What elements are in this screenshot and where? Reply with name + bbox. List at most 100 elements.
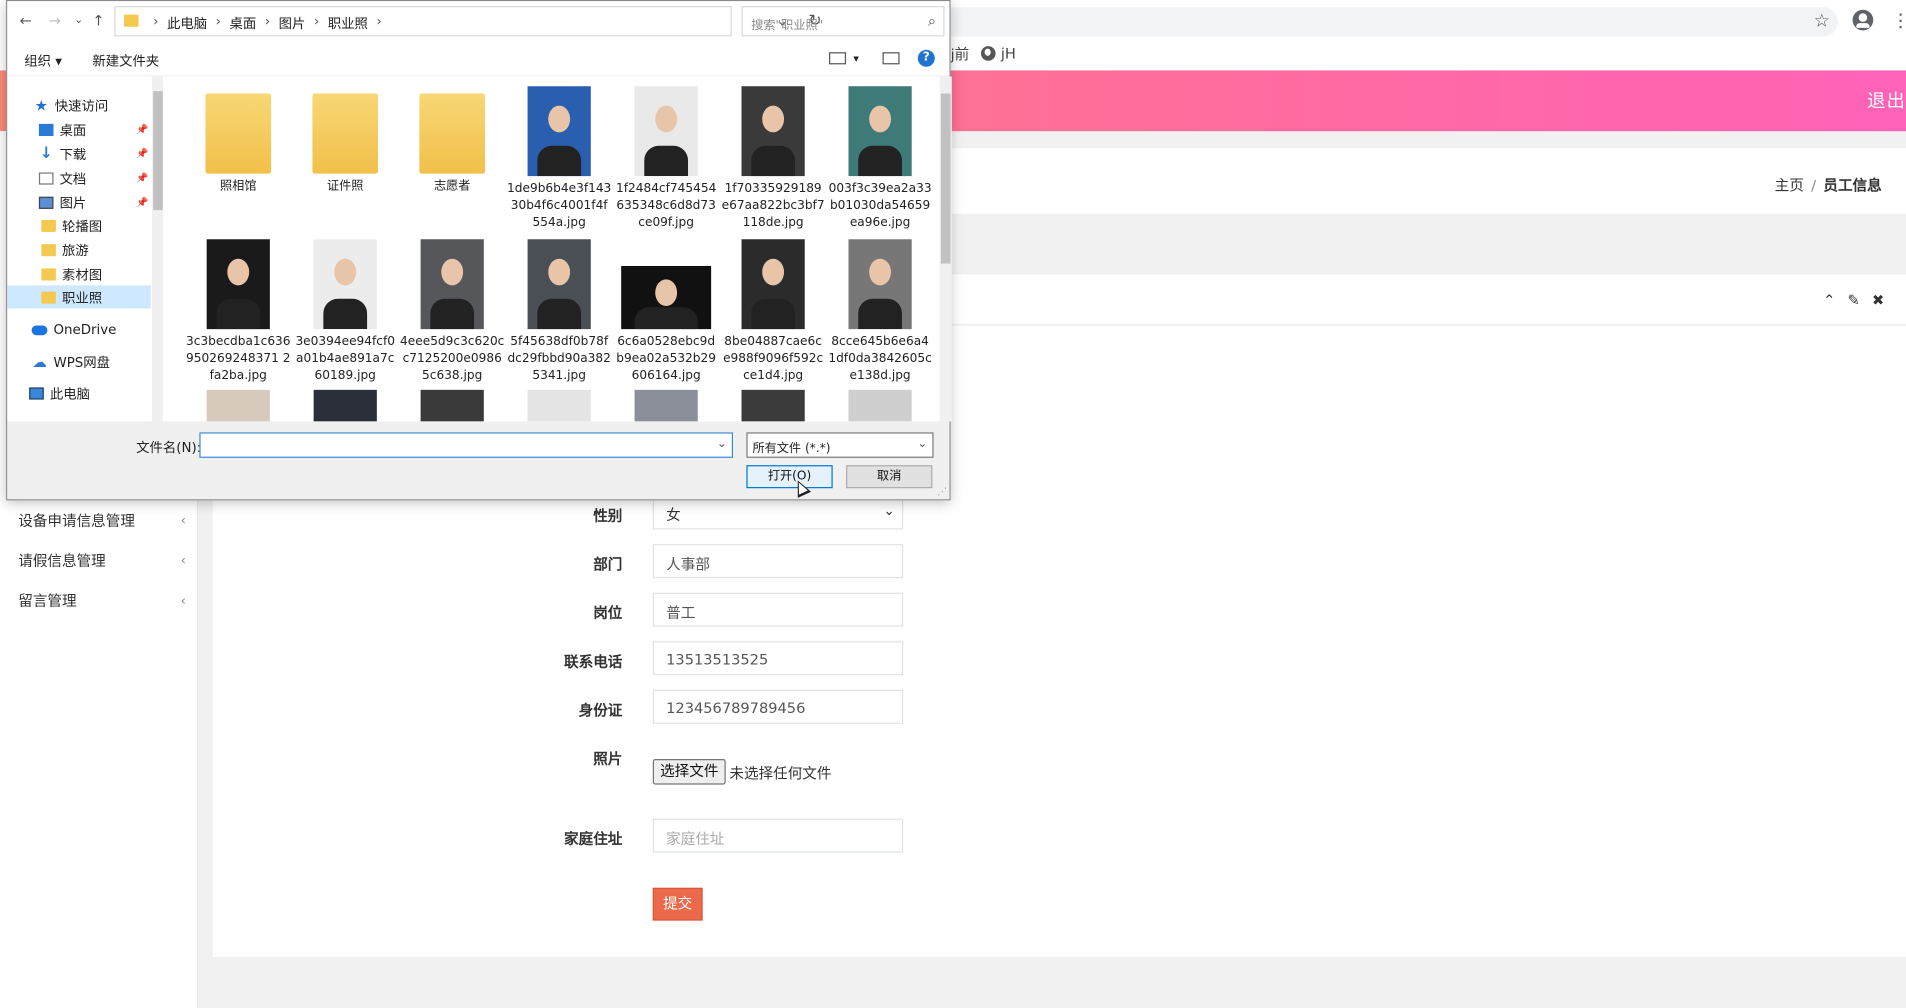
address-input[interactable]: 家庭住址 — [652, 818, 904, 853]
path-segment[interactable]: 职业照 — [328, 13, 368, 32]
person-body — [750, 298, 796, 330]
file-item[interactable]: 5f45638df0b78fdc29fbbd90a3825341.jpg — [507, 237, 612, 388]
tree-item-label: 旅游 — [61, 242, 89, 259]
close-icon[interactable]: ✖ — [1872, 291, 1884, 308]
chevron-down-icon[interactable]: ▾ — [853, 53, 859, 65]
search-placeholder: 搜索"职业照" — [751, 19, 824, 33]
chevron-down-icon[interactable]: ⌄ — [717, 437, 727, 450]
path-segment[interactable]: 桌面 — [230, 13, 257, 32]
file-name: 8cce645b6e6a41df0da3842605ce138d.jpg — [828, 335, 932, 383]
file-name: 3c3becdba1c636950269248371 2fa2ba.jpg — [185, 335, 291, 383]
person-face — [655, 279, 678, 307]
cancel-button[interactable]: 取消 — [846, 465, 933, 489]
open-button[interactable]: 打开(O) — [746, 465, 833, 489]
search-input[interactable]: 搜索"职业照" ⌕ — [741, 6, 945, 37]
photo-thumbnail[interactable] — [527, 389, 591, 422]
folder-item[interactable]: 照相馆 — [186, 84, 291, 235]
bookmark-star-icon[interactable]: ☆ — [1814, 10, 1830, 32]
tree-item[interactable]: ↓ 下载 📌 — [7, 142, 150, 165]
bookmark-item[interactable]: jH — [981, 45, 1016, 62]
file-item[interactable]: 4eee5d9c3c620cc7125200e09865c638.jpg — [400, 237, 505, 388]
file-item[interactable]: 8be04887cae6ce988f9096f592cce1d4.jpg — [721, 237, 826, 388]
file-item[interactable]: 003f3c39ea2a33b01030da54659ea96e.jpg — [828, 84, 933, 235]
gender-select[interactable]: 女 ⌄ — [652, 495, 904, 530]
photo-thumbnail[interactable] — [206, 389, 270, 422]
file-item[interactable]: 6c6a0528ebc9db9ea02a532b29606164.jpg — [614, 237, 719, 388]
preview-pane-icon[interactable] — [882, 52, 900, 65]
photo-thumbnail[interactable] — [313, 389, 377, 422]
tree-item[interactable]: 桌面 📌 — [7, 118, 150, 141]
photo-thumbnail[interactable] — [741, 389, 805, 422]
position-label: 岗位 — [593, 604, 623, 622]
file-type-select[interactable]: 所有文件 (*.*) ⌄ — [746, 432, 934, 458]
person-face — [762, 105, 785, 133]
file-item[interactable]: 3e0394ee94fcf0a01b4ae891a7c60189.jpg — [293, 237, 398, 388]
photo-thumbnail — [621, 265, 712, 330]
navigation-tree: 此电脑 ☁ WPS网盘 OneDrive 职业照 素材图 旅游 轮播图 图片 📌 文档 📌 ↓ 下载 📌 桌面… — [7, 76, 163, 422]
more-menu-icon[interactable]: ⋮ — [1891, 10, 1906, 32]
position-input[interactable]: 普工 — [652, 592, 904, 627]
file-item[interactable]: 1de9b6b4e3f14330b4f6c4001f4f554a.jpg — [507, 84, 612, 235]
choose-file-button[interactable]: 选择文件 — [652, 759, 726, 785]
file-item[interactable]: 3c3becdba1c636950269248371 2fa2ba.jpg — [186, 237, 291, 388]
tree-item[interactable]: ☁ WPS网盘 — [7, 350, 150, 373]
logout-link[interactable]: 退出 — [1867, 87, 1906, 113]
photo-thumbnail[interactable] — [420, 389, 484, 422]
folder-item[interactable]: 志愿者 — [400, 84, 505, 235]
help-icon[interactable]: ? — [917, 49, 935, 67]
file-item[interactable]: 8cce645b6e6a41df0da3842605ce138d.jpg — [828, 237, 933, 388]
tree-scrollbar[interactable] — [151, 76, 163, 422]
path-segment[interactable]: 图片 — [279, 13, 306, 32]
tree-item-label: 轮播图 — [61, 218, 103, 234]
tree-item[interactable]: 职业照 — [7, 285, 151, 309]
filename-input[interactable]: ⌄ — [199, 432, 734, 458]
new-folder-button[interactable]: 新建文件夹 — [92, 51, 159, 70]
resize-grip-icon[interactable]: ⋰ — [937, 486, 947, 497]
files-scrollbar[interactable] — [939, 76, 952, 422]
filename-label: 文件名(N): — [136, 439, 202, 456]
person-body — [537, 298, 582, 330]
photo-thumbnail — [527, 86, 591, 177]
recent-chevron-icon[interactable]: ⌄ — [74, 15, 83, 27]
file-item[interactable]: 1f2484cf745454635348c6d8d73ce09f.jpg — [614, 84, 719, 235]
back-arrow-icon[interactable]: ← — [19, 12, 31, 29]
tree-item[interactable]: OneDrive — [7, 318, 150, 341]
pin-icon: 📌 — [136, 196, 149, 208]
id-card-input[interactable]: 123456789789456 — [652, 689, 904, 724]
photo-thumbnail — [848, 86, 912, 177]
tree-item[interactable]: 此电脑 — [7, 381, 150, 404]
tree-item[interactable]: 素材图 — [7, 262, 150, 285]
tree-item[interactable]: ★ 快速访问 — [7, 94, 150, 117]
scroll-thumb[interactable] — [940, 93, 951, 264]
folder-item[interactable]: 证件照 — [293, 84, 398, 235]
tree-item[interactable]: 图片 📌 — [7, 191, 150, 214]
tree-item[interactable]: 轮播图 — [7, 214, 150, 237]
file-name: 1f2484cf745454635348c6d8d73ce09f.jpg — [615, 182, 717, 230]
collapse-icon[interactable]: ⌃ — [1823, 291, 1835, 308]
account-icon[interactable] — [1852, 9, 1874, 31]
address-bar[interactable] — [950, 7, 1838, 37]
file-item[interactable]: 1f70335929189e67aa822bc3bf7118de.jpg — [721, 84, 826, 235]
folder-icon — [41, 243, 56, 256]
dialog-nav-bar: ← → ⌄ ↑ › 此电脑 › 桌面 › 图片 › 职业照 › ⌄ ↻ 搜索"职业照" … — [7, 1, 950, 43]
path-bar[interactable]: › 此电脑 › 桌面 › 图片 › 职业照 › ⌄ ↻ — [114, 6, 822, 37]
tree-item[interactable]: 文档 📌 — [7, 166, 150, 189]
scroll-thumb[interactable] — [153, 91, 163, 211]
wrench-icon[interactable]: ✎ — [1848, 291, 1860, 308]
organize-menu[interactable]: 组织 ▾ — [24, 51, 62, 70]
person-body — [750, 145, 796, 177]
path-segment[interactable]: 此电脑 — [167, 13, 207, 32]
photo-thumbnail[interactable] — [848, 389, 912, 422]
forward-arrow-icon[interactable]: → — [49, 12, 61, 29]
submit-button[interactable]: 提交 — [652, 887, 703, 921]
department-input[interactable]: 人事部 — [652, 544, 904, 579]
breadcrumb-home[interactable]: 主页 — [1775, 177, 1804, 194]
department-label: 部门 — [593, 556, 623, 574]
phone-input[interactable]: 13513513525 — [652, 641, 904, 676]
tree-item[interactable]: 旅游 — [7, 238, 150, 261]
up-arrow-icon[interactable]: ↑ — [92, 12, 104, 29]
person-face — [869, 105, 892, 133]
photo-thumbnail[interactable] — [634, 389, 698, 422]
view-mode-icon[interactable] — [829, 52, 847, 65]
bookmark-item[interactable]: j前 — [951, 43, 970, 64]
